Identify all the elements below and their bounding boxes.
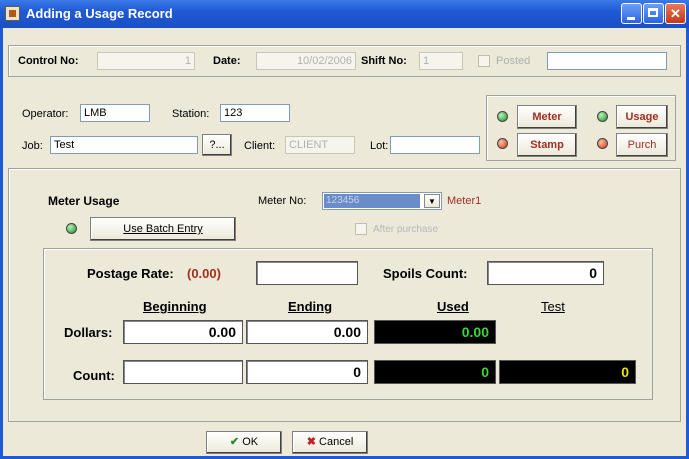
meter-name-label: Meter1 <box>447 195 482 207</box>
postage-rate-label: Postage Rate: <box>87 266 174 281</box>
posted-label: Posted <box>496 55 531 67</box>
operator-field[interactable]: LMB <box>80 104 150 122</box>
control-no-label: Control No: <box>18 55 79 67</box>
meter-no-selected-value: 123456 <box>324 194 420 208</box>
station-label: Station: <box>172 108 210 120</box>
postage-rate-value: (0.00) <box>187 266 221 281</box>
checkmark-icon: ✔ <box>229 436 240 448</box>
date-field[interactable]: 10/02/2006 <box>256 52 356 70</box>
close-icon: ✕ <box>670 6 681 21</box>
control-no-field[interactable]: 1 <box>97 52 195 70</box>
spoils-count-label: Spoils Count: <box>383 266 468 281</box>
count-used-field: 0 <box>374 360 496 384</box>
chevron-down-icon[interactable]: ▼ <box>424 194 440 208</box>
dollars-ending-field[interactable]: 0.00 <box>246 320 368 344</box>
batch-status-green-icon <box>66 223 77 234</box>
window-title: Adding a Usage Record <box>26 6 173 21</box>
date-label: Date: <box>213 55 241 67</box>
col-ending-header: Ending <box>288 299 333 314</box>
operator-label: Operator: <box>22 108 69 120</box>
usage-status-green-icon <box>597 111 608 122</box>
minimize-button[interactable] <box>621 3 642 24</box>
app-icon <box>5 6 20 21</box>
stamp-mode-button[interactable]: Stamp <box>517 133 577 157</box>
job-lookup-button[interactable]: ?... <box>202 134 232 156</box>
count-label: Count: <box>73 368 115 383</box>
postage-rate-field[interactable] <box>256 261 358 285</box>
count-test-field: 0 <box>499 360 636 384</box>
col-used-header: Used <box>437 299 469 314</box>
count-beginning-field[interactable] <box>123 360 243 384</box>
client-field[interactable]: CLIENT <box>285 136 355 154</box>
maximize-icon <box>644 4 663 23</box>
dollars-label: Dollars: <box>64 325 113 340</box>
usage-mode-button[interactable]: Usage <box>616 105 668 129</box>
col-test-header: Test <box>541 299 565 314</box>
meter-status-green-icon <box>497 111 508 122</box>
purch-mode-button[interactable]: Purch <box>616 133 668 157</box>
lot-field[interactable] <box>390 136 480 154</box>
job-field[interactable]: Test <box>50 136 198 154</box>
shift-no-field[interactable]: 1 <box>419 52 463 70</box>
purch-status-red-icon <box>597 138 608 149</box>
spoils-count-field[interactable]: 0 <box>487 261 604 285</box>
dollars-used-field: 0.00 <box>374 320 496 344</box>
posted-field[interactable] <box>547 52 667 70</box>
meter-no-select[interactable]: 123456 ▼ <box>322 192 442 210</box>
meter-usage-title: Meter Usage <box>48 194 120 208</box>
job-label: Job: <box>22 140 43 152</box>
ok-button[interactable]: ✔ OK <box>206 431 282 454</box>
col-beginning-header: Beginning <box>143 299 207 314</box>
use-batch-entry-label: Use Batch Entry <box>123 223 203 235</box>
window-frame-left <box>0 28 3 459</box>
shift-no-label: Shift No: <box>361 55 407 67</box>
client-label: Client: <box>244 140 276 152</box>
posted-checkbox[interactable] <box>478 55 490 67</box>
cancel-x-icon: ✖ <box>306 436 316 448</box>
minimize-icon <box>622 4 641 23</box>
meter-no-label: Meter No: <box>258 195 307 207</box>
use-batch-entry-button[interactable]: Use Batch Entry <box>90 217 236 241</box>
maximize-button[interactable] <box>643 3 664 24</box>
cancel-label: Cancel <box>319 436 354 448</box>
count-ending-field[interactable]: 0 <box>246 360 368 384</box>
title-bar: Adding a Usage Record ✕ <box>0 0 689 28</box>
stamp-status-red-icon <box>497 138 508 149</box>
station-field[interactable]: 123 <box>220 104 290 122</box>
ok-label: OK <box>242 436 259 448</box>
after-purchase-label: After purchase <box>373 224 439 235</box>
lot-label: Lot: <box>370 140 389 152</box>
after-purchase-checkbox[interactable] <box>355 223 367 235</box>
dollars-beginning-field[interactable]: 0.00 <box>123 320 243 344</box>
cancel-button[interactable]: ✖ Cancel <box>292 431 368 454</box>
meter-mode-button[interactable]: Meter <box>517 105 577 129</box>
close-button[interactable]: ✕ <box>665 3 686 24</box>
